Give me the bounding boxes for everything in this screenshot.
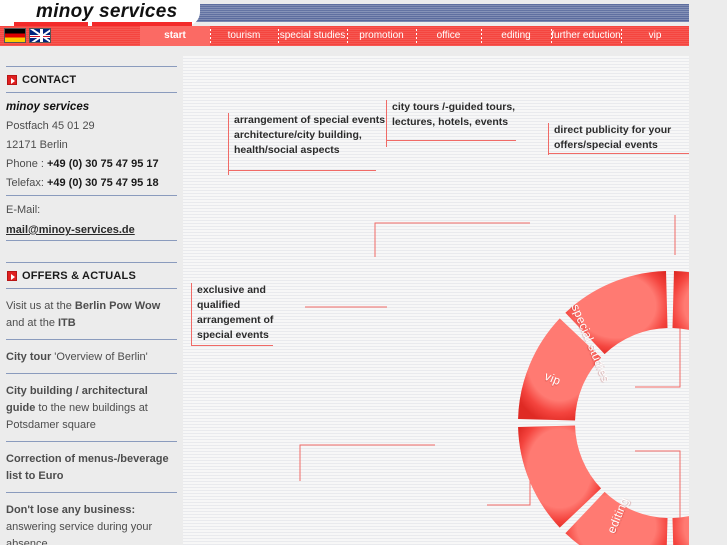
donut-segment-tourism[interactable]	[672, 271, 689, 354]
sidebar-heading-contact: CONTACT	[6, 72, 177, 90]
divider	[6, 195, 177, 196]
divider	[6, 66, 177, 67]
site-header: minoy services start tourism special studi…	[0, 0, 727, 48]
offer-text: answering service during your absence	[6, 521, 153, 545]
nav-item-vip[interactable]: vip	[621, 26, 689, 46]
offer-item: City building / architectural guide to t…	[6, 379, 177, 439]
right-margin	[689, 56, 727, 545]
main-nav: start tourism special studies promotion offi…	[140, 26, 689, 46]
contact-street: Postfach 45 01 29	[6, 120, 95, 132]
offer-text: and at the	[6, 317, 58, 329]
offers-heading-label: OFFERS & ACTUALS	[22, 270, 137, 282]
nav-item-label: special studies	[279, 30, 346, 41]
fax-label: Telefax:	[6, 177, 47, 189]
divider	[6, 92, 177, 93]
arrow-bullet-icon	[7, 75, 17, 85]
divider	[6, 339, 177, 340]
nav-item-label: tourism	[227, 30, 261, 41]
arrow-bullet-icon	[7, 271, 17, 281]
offer-highlight: Don't lose any business:	[6, 504, 136, 516]
contact-fax: Telefax: +49 (0) 30 75 47 95 18	[6, 174, 177, 193]
connector-editing	[299, 444, 435, 481]
divider	[6, 441, 177, 442]
nav-item-editing[interactable]: editing	[481, 26, 551, 46]
offer-highlight: ITB	[58, 317, 76, 329]
phone-value: +49 (0) 30 75 47 95 17	[46, 158, 159, 170]
phone-label: Phone :	[6, 158, 47, 170]
offer-item: City tour 'Overview of Berlin'	[6, 345, 177, 371]
nav-item-office[interactable]: office	[416, 26, 481, 46]
contact-email-link[interactable]: mail@minoy-services.de	[6, 223, 135, 237]
services-donut-chart: tourismpromotionfurther eductionofficeed…	[518, 271, 689, 545]
sidebar: CONTACT minoy services Postfach 45 01 29…	[0, 56, 183, 545]
contact-heading-label: CONTACT	[22, 74, 77, 86]
language-switcher	[4, 28, 51, 43]
nav-item-tourism[interactable]: tourism	[210, 26, 278, 46]
offer-item: Correction of menus-/beverage list to Eu…	[6, 447, 177, 490]
fax-value: +49 (0) 30 75 47 95 18	[46, 177, 159, 189]
divider	[6, 288, 177, 289]
site-logo: minoy services	[36, 1, 178, 22]
german-flag-icon[interactable]	[4, 28, 26, 43]
divider	[6, 492, 177, 493]
uk-flag-icon[interactable]	[29, 28, 51, 43]
main-content: arrangement of special events architectur…	[183, 56, 689, 545]
sidebar-heading-offers: OFFERS & ACTUALS	[6, 268, 177, 286]
nav-item-start[interactable]: start	[140, 26, 210, 46]
donut-segment-office[interactable]	[672, 492, 689, 545]
nav-item-label: office	[436, 30, 461, 41]
contact-city: 12171 Berlin	[6, 139, 68, 151]
connector-special-studies	[374, 222, 530, 257]
page-root: minoy services start tourism special studi…	[0, 0, 727, 545]
nav-item-further-eduction[interactable]: further eduction	[551, 26, 621, 46]
nav-item-label: further eduction	[551, 30, 621, 41]
divider	[6, 262, 177, 263]
contact-phone: Phone : +49 (0) 30 75 47 95 17	[6, 155, 177, 174]
offers-list: Visit us at the Berlin Pow Wow and at th…	[6, 294, 177, 545]
offer-item: Don't lose any business: answering servi…	[6, 498, 177, 545]
offer-text: 'Overview of Berlin'	[51, 351, 148, 363]
offer-highlight: Correction of menus-/beverage list to Eu…	[6, 453, 169, 482]
offer-text: Visit us at the	[6, 300, 75, 312]
nav-item-special-studies[interactable]: special studies	[278, 26, 347, 46]
nav-item-label: vip	[648, 30, 662, 41]
nav-item-label: editing	[501, 30, 531, 41]
offer-item: Visit us at the Berlin Pow Wow and at th…	[6, 294, 177, 337]
nav-item-label: promotion	[359, 30, 404, 41]
divider	[6, 240, 177, 241]
offer-highlight: Berlin Pow Wow	[74, 300, 161, 312]
contact-email-label: E-Mail:	[6, 204, 41, 216]
nav-item-label: start	[164, 30, 186, 41]
nav-item-promotion[interactable]: promotion	[347, 26, 416, 46]
contact-company: minoy services	[6, 101, 90, 113]
offer-highlight: City tour	[6, 351, 52, 363]
donut-svg	[518, 271, 689, 545]
header-blue-band	[183, 4, 689, 22]
divider	[6, 373, 177, 374]
